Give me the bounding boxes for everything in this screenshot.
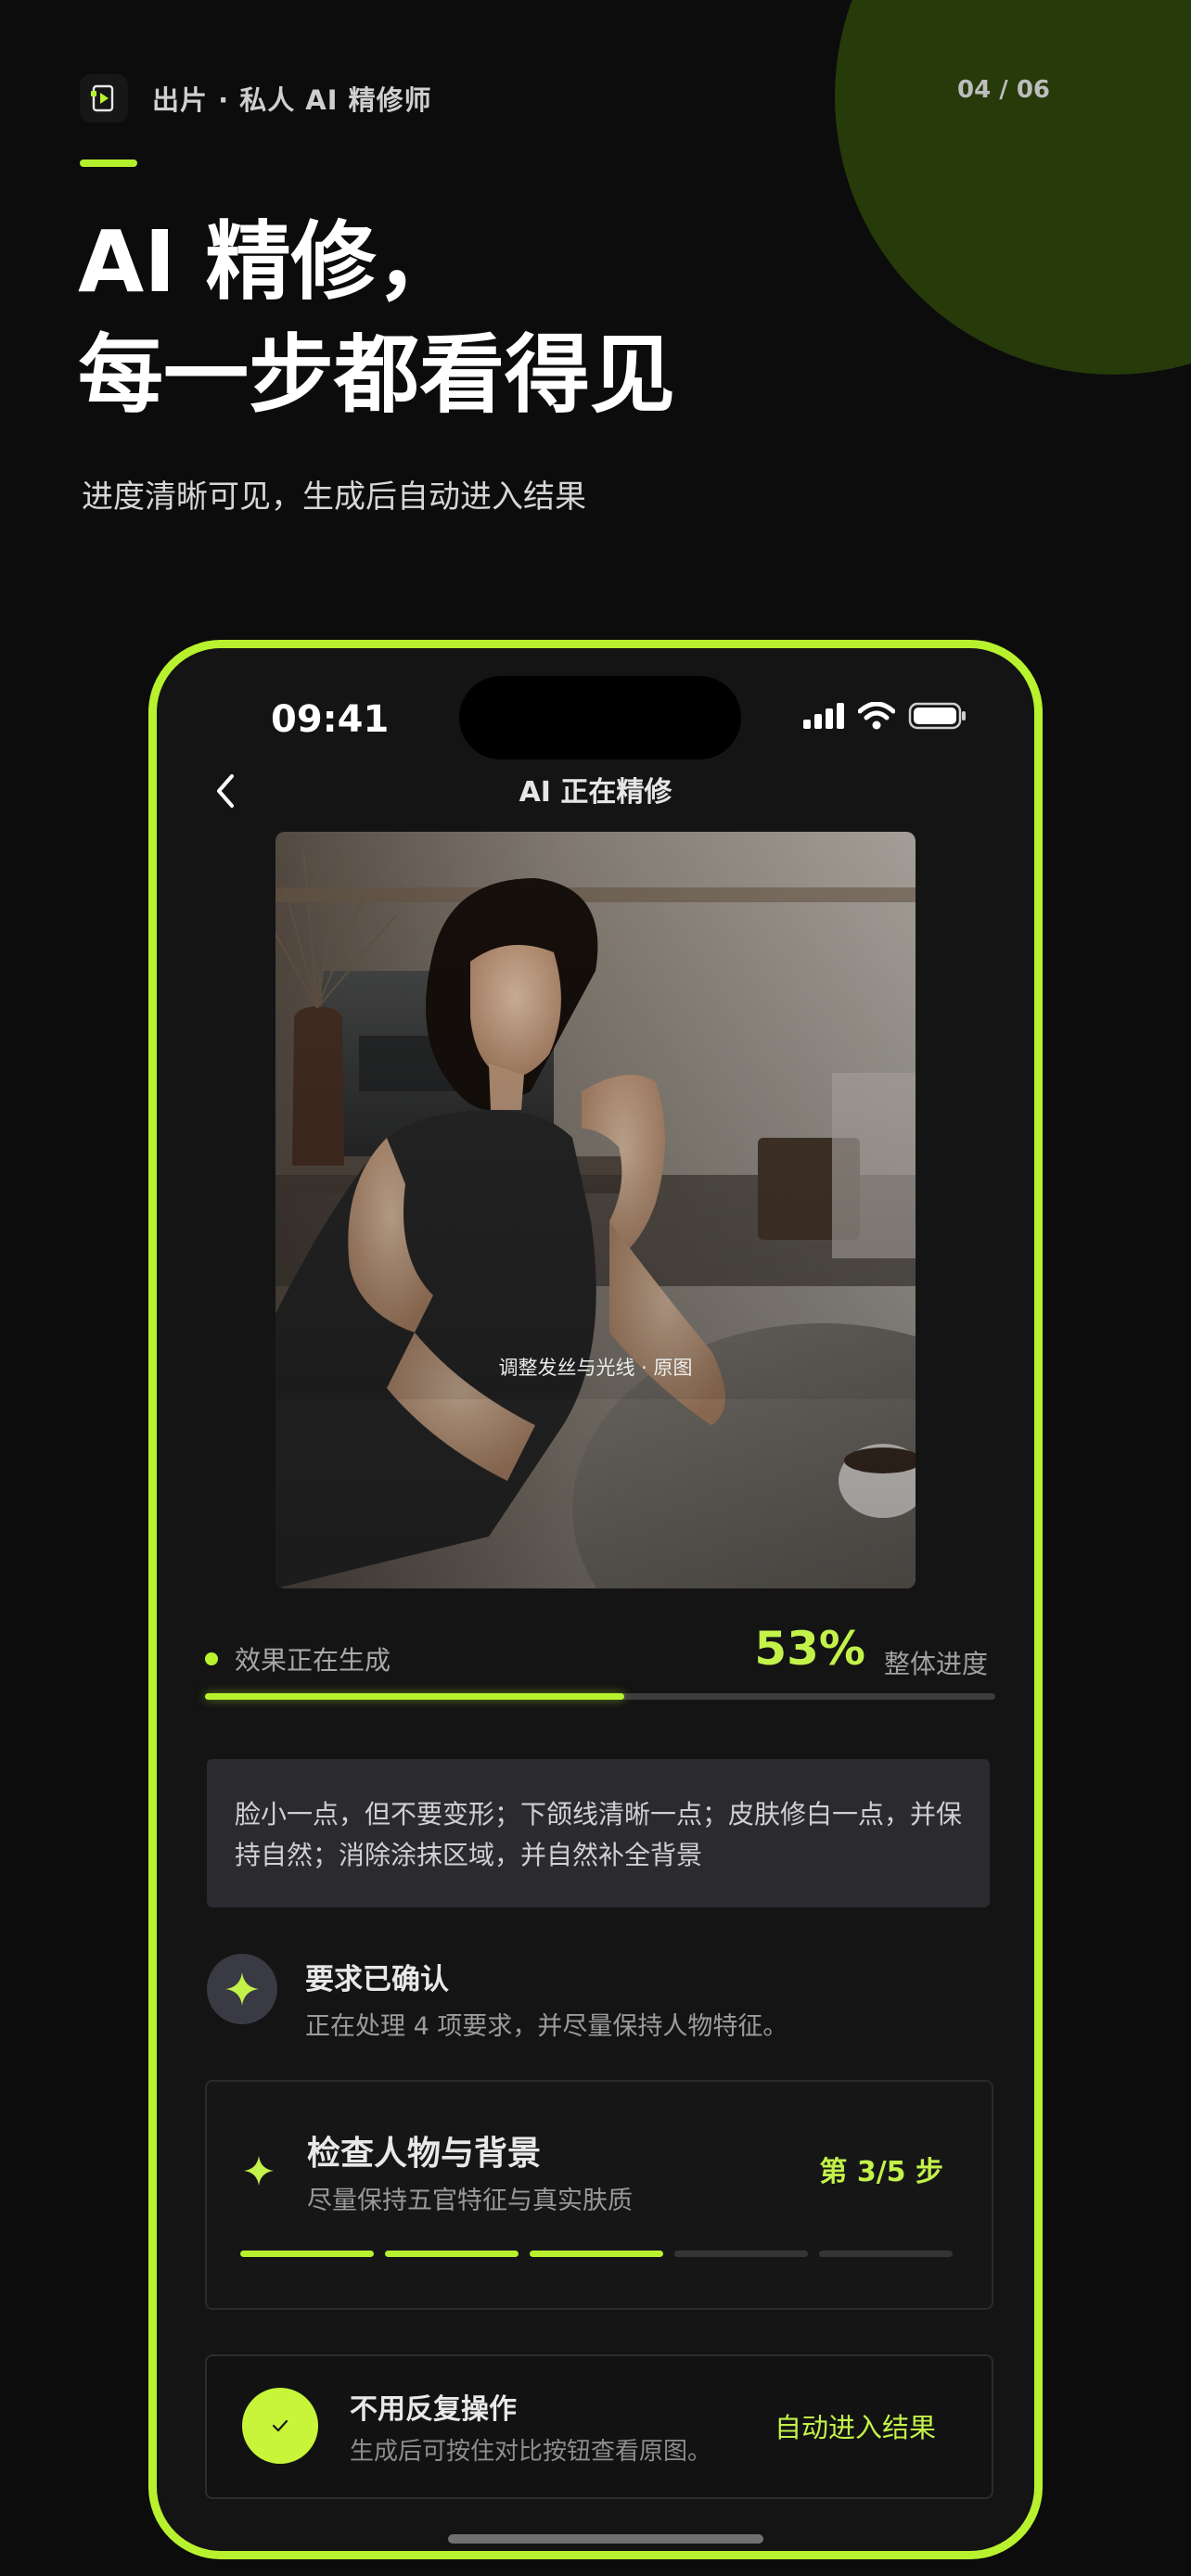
battery-icon xyxy=(908,702,966,730)
dynamic-island xyxy=(459,676,741,759)
accent-bar xyxy=(80,159,137,167)
page-indicator: 04 / 06 xyxy=(957,76,1050,104)
step-desc: 尽量保持五官特征与真实肤质 xyxy=(307,2187,633,2215)
status-icons xyxy=(802,702,967,730)
auto-enter-result-link[interactable]: 自动进入结果 xyxy=(775,2406,936,2445)
hero-title-line2: 每一步都看得见 xyxy=(78,325,676,425)
wifi-icon xyxy=(858,702,895,730)
confirm-title: 要求已确认 xyxy=(305,1963,449,1996)
step-title: 检查人物与背景 xyxy=(307,2135,542,2173)
portrait-image xyxy=(275,832,916,1588)
auto-result-card: 不用反复操作 生成后可按住对比按钮查看原图。 自动进入结果 xyxy=(205,2354,993,2499)
status-dot xyxy=(205,1652,218,1665)
progress-bar-fill xyxy=(205,1693,624,1700)
progress-percent: 53% xyxy=(754,1622,865,1676)
progress-bar xyxy=(205,1693,995,1700)
hero-title-line1: AI 精修， xyxy=(78,212,462,312)
onboarding-page: 出片 · 私人 AI 精修师 04 / 06 AI 精修， 每一步都看得见 进度… xyxy=(0,0,1191,2576)
status-time: 09:41 xyxy=(271,698,390,741)
sparkle-icon xyxy=(242,2154,275,2191)
step-segment xyxy=(530,2251,663,2257)
progress-status: 效果正在生成 xyxy=(205,1640,391,1677)
step-segment xyxy=(819,2251,953,2257)
step-segment xyxy=(674,2251,808,2257)
progress-status-text: 效果正在生成 xyxy=(235,1645,391,1676)
hero-subtitle: 进度清晰可见，生成后自动进入结果 xyxy=(82,478,586,516)
nav-title: AI 正在精修 xyxy=(519,776,672,809)
sparkle-icon xyxy=(207,1954,277,2024)
decorative-circle xyxy=(835,0,1191,375)
step-segment xyxy=(385,2251,519,2257)
step-segment xyxy=(240,2251,374,2257)
auto-title: 不用反复操作 xyxy=(350,2393,517,2426)
hero-title: AI 精修， 每一步都看得见 xyxy=(78,206,675,432)
step-progress-segments xyxy=(240,2251,953,2257)
signal-bars-icon xyxy=(803,703,844,729)
step-count: 第 3/5 步 xyxy=(819,2156,943,2188)
photo-caption: 调整发丝与光线 · 原图 xyxy=(498,1357,693,1379)
portrait-photo: 调整发丝与光线 · 原图 xyxy=(275,832,916,1588)
confirm-desc: 正在处理 4 项要求，并尽量保持人物特征。 xyxy=(305,2012,788,2041)
progress-label: 整体进度 xyxy=(883,1649,988,1679)
brand: 出片 · 私人 AI 精修师 xyxy=(80,74,432,122)
home-indicator xyxy=(448,2534,763,2544)
prompt-text-box: 脸小一点，但不要变形；下颌线清晰一点；皮肤修白一点，并保持自然；消除涂抹区域，并… xyxy=(207,1759,990,1907)
phone-mockup: 09:41 AI 正在精修 调整发丝与光线 · 原图 效果正在生成 53% 整体… xyxy=(148,640,1043,2559)
brand-name: 出片 · 私人 AI 精修师 xyxy=(152,84,432,116)
auto-desc: 生成后可按住对比按钮查看原图。 xyxy=(350,2438,712,2466)
film-play-icon xyxy=(80,74,128,122)
current-step-card: 检查人物与背景 尽量保持五官特征与真实肤质 第 3/5 步 xyxy=(205,2080,993,2310)
check-icon xyxy=(242,2388,318,2464)
